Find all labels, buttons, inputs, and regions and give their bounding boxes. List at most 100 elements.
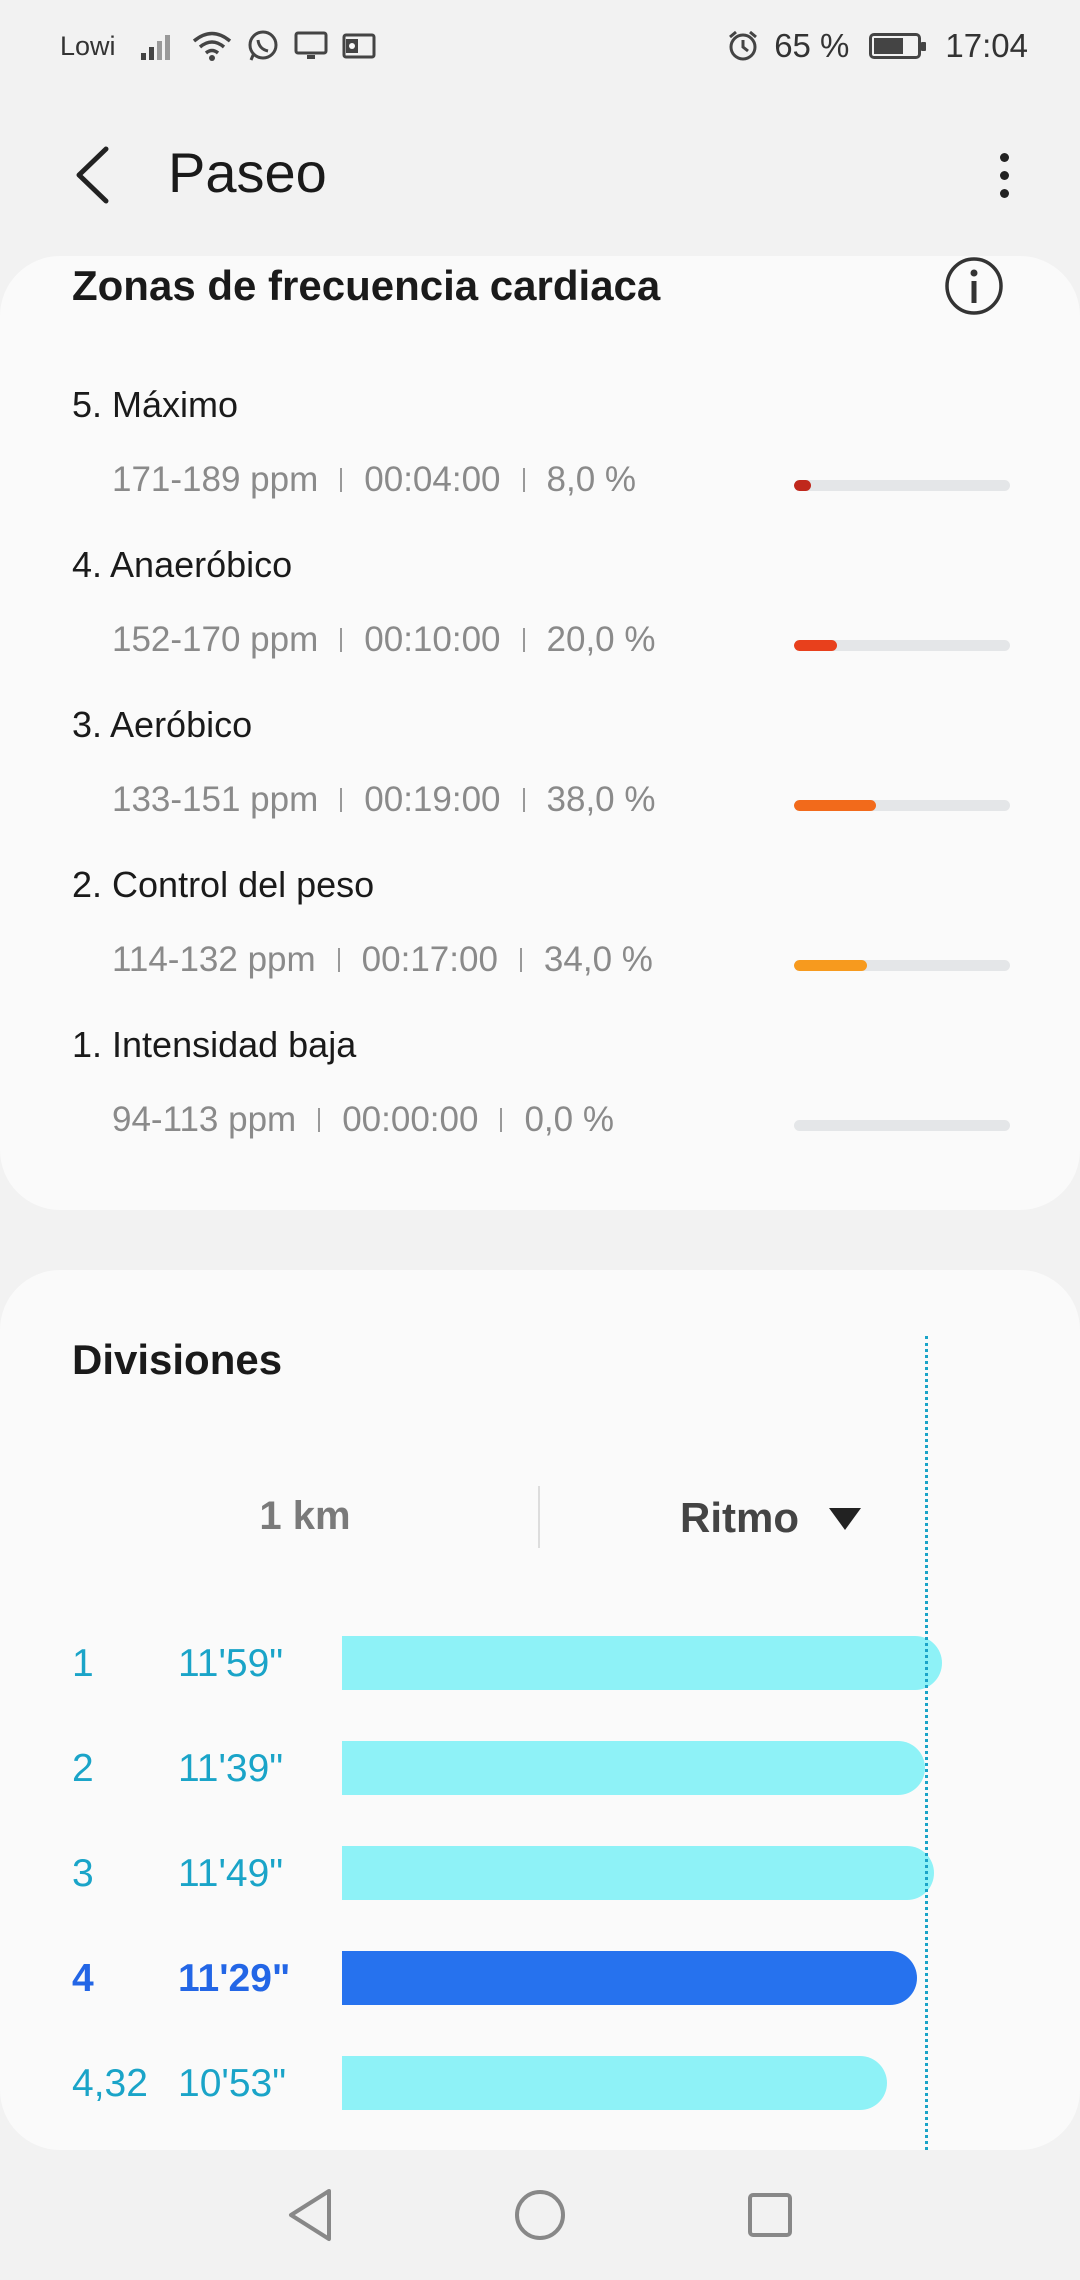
separator [318,1108,321,1132]
zone-time: 00:00:00 [342,1100,479,1139]
split-pace: 11'29" [178,1957,291,2000]
alarm-icon [726,29,760,63]
separator [340,628,343,652]
navigation-bar [0,2150,1080,2280]
more-options-icon [999,152,1009,162]
zone-progress-track [794,1120,1010,1131]
split-row: 3 11'49" [0,1846,1080,1902]
zone-row: 1. Intensidad baja 94-113 ppm 00:00:00 0,0 … [72,1024,1012,1139]
nav-home-button[interactable] [505,2180,575,2250]
zone-progress-fill [794,800,877,811]
zone-range: 133-151 ppm [112,780,319,819]
split-number: 1 [72,1642,94,1685]
heart-rate-zones-title: Zonas de frecuencia cardiaca [72,262,661,309]
separator [519,948,522,972]
split-number: 3 [72,1852,94,1895]
heart-rate-zones-card: Zonas de frecuencia cardiaca 5. Máximo 17… [0,256,1080,1210]
monitor-icon [294,31,328,61]
signal-icon [140,31,178,61]
status-bar: Lowi 65 % 17:04 [0,0,1080,92]
zone-percent: 34,0 % [543,940,653,979]
split-unit-label: 1 km [259,1494,351,1538]
zone-name: 1. Intensidad baja [72,1024,357,1065]
clock: 17:04 [945,27,1028,64]
separator [337,948,340,972]
separator [522,628,525,652]
zone-name: 4. Anaeróbico [72,544,293,585]
zone-progress-track [794,960,1010,971]
divisions-title: Divisiones [72,1336,283,1383]
split-pace: 11'39" [178,1747,284,1790]
separator [522,788,525,812]
split-row: 2 11'39" [0,1741,1080,1797]
outlook-icon [342,31,376,61]
nav-back-icon [289,2189,331,2241]
reference-line [925,1336,928,2150]
separator [522,468,525,492]
zone-detail: 133-151 ppm 00:19:00 38,0 % [112,780,655,820]
metric-dropdown[interactable]: Ritmo [680,1494,861,1542]
page-title: Paseo [168,141,327,204]
zone-progress-track [794,480,1010,491]
split-number: 4,32 [72,2062,148,2105]
carrier-label: Lowi [60,30,116,61]
split-row: 4,32 10'53" [0,2056,1080,2112]
wifi-icon [192,30,232,62]
zone-percent: 0,0 % [524,1100,614,1139]
app-header: Paseo [0,110,1080,240]
divisions-header: 1 km Ritmo [0,1484,1080,1550]
zone-progress-fill [794,960,868,971]
split-number: 4 [72,1957,94,2000]
zone-percent: 20,0 % [546,620,656,659]
nav-recents-button[interactable] [735,2180,805,2250]
dropdown-caret-icon [829,1508,861,1530]
zone-detail: 152-170 ppm 00:10:00 20,0 % [112,620,655,660]
separator [340,468,343,492]
separator [340,788,343,812]
zone-row: 3. Aeróbico 133-151 ppm 00:19:00 38,0 % [72,704,1012,819]
zone-detail: 171-189 ppm 00:04:00 8,0 % [112,460,636,500]
back-button[interactable] [62,140,122,210]
zone-time: 00:04:00 [364,460,501,499]
zone-progress-track [794,800,1010,811]
nav-home-icon [515,2190,565,2240]
zone-range: 94-113 ppm [112,1100,297,1139]
zone-row: 5. Máximo 171-189 ppm 00:04:00 8,0 % [72,384,1012,499]
zone-detail: 114-132 ppm 00:17:00 34,0 % [112,940,653,980]
split-pace: 11'49" [178,1852,284,1895]
more-options-button[interactable] [984,140,1024,210]
battery-percent: 65 % [774,27,850,64]
nav-recents-icon [748,2193,792,2237]
info-icon [945,257,1003,315]
zone-time: 00:17:00 [361,940,498,979]
split-pace-bar [342,1951,917,2005]
battery-icon [869,33,927,59]
zone-row: 4. Anaeróbico 152-170 ppm 00:10:00 20,0 % [72,544,1012,659]
zone-progress-fill [794,480,812,491]
zone-progress-fill [794,640,838,651]
whatsapp-icon [246,29,280,63]
back-arrow-icon [76,146,109,204]
zone-percent: 8,0 % [546,460,637,499]
nav-back-button[interactable] [275,2180,345,2250]
split-number: 2 [72,1747,94,1790]
split-pace-bar [342,2056,887,2110]
zone-range: 152-170 ppm [112,620,319,659]
divisions-card: Divisiones 1 km Ritmo [0,1270,1080,2150]
zone-time: 00:19:00 [364,780,501,819]
status-left: Lowi [60,29,376,63]
zone-time: 00:10:00 [364,620,501,659]
split-row: 1 11'59" [0,1636,1080,1692]
split-pace-bar [342,1846,934,1900]
split-pace: 10'53" [178,2062,287,2105]
metric-dropdown-label: Ritmo [680,1494,799,1541]
zone-name: 3. Aeróbico [72,704,253,745]
zone-name: 5. Máximo [72,384,239,425]
separator [500,1108,503,1132]
header-divider [538,1486,540,1548]
zone-range: 114-132 ppm [112,940,316,979]
split-pace-bar [342,1741,925,1795]
zone-row: 2. Control del peso 114-132 ppm 00:17:00 34… [72,864,1012,979]
info-button[interactable] [944,256,1004,316]
zone-progress-track [794,640,1010,651]
